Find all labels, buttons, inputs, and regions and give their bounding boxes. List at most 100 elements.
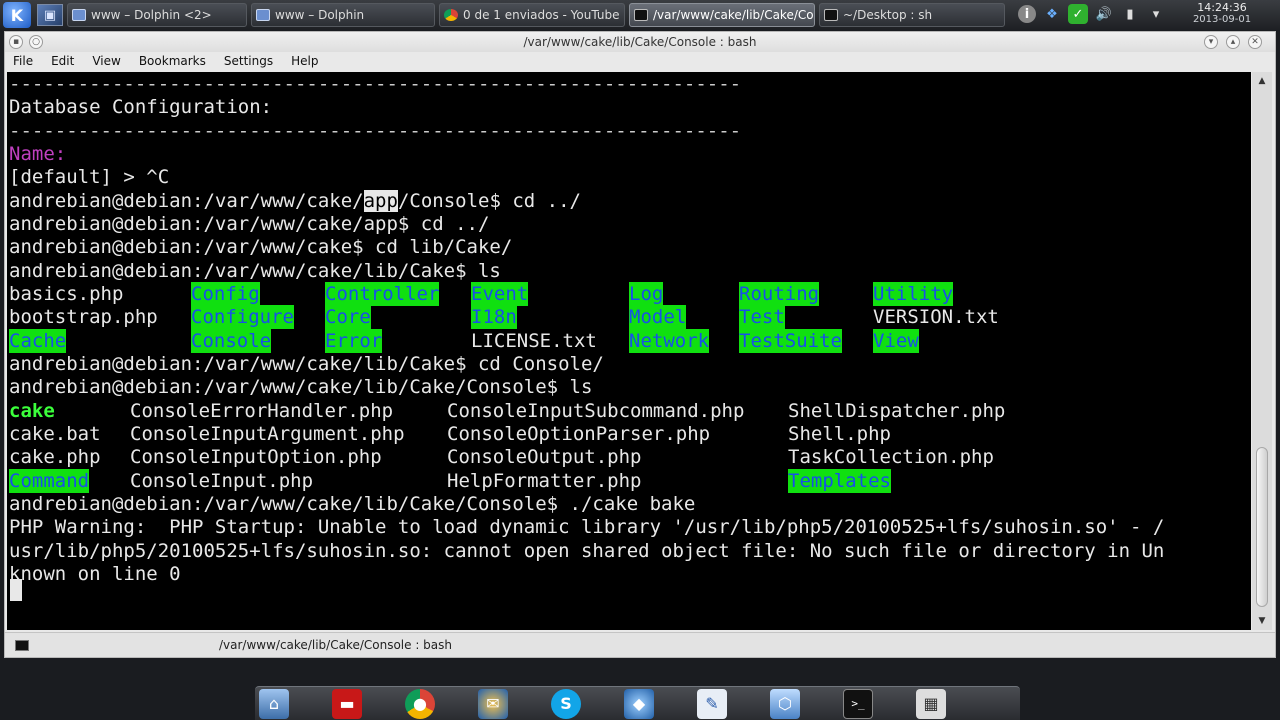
terminal-icon xyxy=(634,9,648,21)
editor-icon[interactable]: ✎ xyxy=(697,688,727,719)
selected-text: app xyxy=(363,190,398,212)
warning-line: usr/lib/php5/20100525+lfs/suhosin.so: ca… xyxy=(9,540,1165,562)
calculator-icon[interactable]: ▦ xyxy=(916,688,946,719)
kde-menu-icon[interactable]: K xyxy=(3,2,31,28)
file-entry: ShellDispatcher.php xyxy=(788,400,1006,422)
file-entry: LICENSE.txt xyxy=(471,330,597,352)
task-label: ~/Desktop : sh xyxy=(843,8,933,22)
dir-entry: Error xyxy=(325,329,383,353)
dolphin-icon xyxy=(256,9,270,21)
dir-entry: Model xyxy=(629,305,687,329)
konsole-window: ▪ ○ /var/www/cake/lib/Cake/Console : bas… xyxy=(4,31,1276,658)
exec-entry: cake xyxy=(9,400,55,422)
menu-edit[interactable]: Edit xyxy=(51,54,74,68)
netbeans-icon[interactable]: ◆ xyxy=(624,688,654,719)
dolphin-icon xyxy=(72,9,86,21)
tab-bash[interactable]: /var/www/cake/lib/Cake/Console : bash xyxy=(219,638,452,652)
terminal-line: andrebian@debian:/var/www/cake/app/Conso… xyxy=(9,189,581,213)
chrome-icon xyxy=(444,9,458,21)
window-title: /var/www/cake/lib/Cake/Console : bash xyxy=(523,35,757,49)
files-icon[interactable]: ▬ xyxy=(332,688,362,719)
info-icon[interactable]: i xyxy=(1018,5,1036,23)
dir-entry: I18n xyxy=(471,305,517,329)
dir-entry: TestSuite xyxy=(739,329,842,353)
battery-icon[interactable]: ▮ xyxy=(1120,4,1140,24)
terminal-icon xyxy=(15,639,29,651)
dir-entry: Network xyxy=(629,329,710,353)
tab-bar: /var/www/cake/lib/Cake/Console : bash xyxy=(5,632,1275,657)
chevron-down-icon[interactable]: ▾ xyxy=(1146,4,1166,24)
title-bar[interactable]: ▪ ○ /var/www/cake/lib/Cake/Console : bas… xyxy=(5,32,1275,52)
close-button[interactable]: ✕ xyxy=(1248,35,1262,49)
menu-bar: File Edit View Bookmarks Settings Help xyxy=(5,52,1275,70)
command-text: /Console$ cd ../ xyxy=(397,190,581,212)
terminal-line: andrebian@debian:/var/www/cake/lib/Cake/… xyxy=(9,493,696,515)
task-terminal-desktop[interactable]: ~/Desktop : sh xyxy=(819,3,1005,27)
dir-entry: Configure xyxy=(191,305,294,329)
dir-entry: Test xyxy=(739,305,785,329)
separator-line: ----------------------------------------… xyxy=(9,120,742,142)
task-youtube[interactable]: 0 de 1 enviados - YouTube xyxy=(439,3,625,27)
system-tray: i ❖ ✓ 🔊 ▮ ▾ xyxy=(1018,4,1166,24)
dir-entry: Cache xyxy=(9,329,67,353)
menu-bookmarks[interactable]: Bookmarks xyxy=(139,54,206,68)
file-entry: cake.php xyxy=(9,446,101,468)
volume-icon[interactable]: 🔊 xyxy=(1094,4,1114,24)
task-dolphin[interactable]: www – Dolphin xyxy=(251,3,435,27)
minimize-button[interactable]: ▾ xyxy=(1204,35,1218,49)
separator-line: ----------------------------------------… xyxy=(9,73,742,95)
scroll-down-icon[interactable]: ▼ xyxy=(1255,614,1269,628)
terminal-icon[interactable]: >_ xyxy=(843,688,873,719)
menu-file[interactable]: File xyxy=(13,54,33,68)
virtualbox-icon[interactable]: ⬡ xyxy=(770,688,800,719)
terminal-line: andrebian@debian:/var/www/cake$ cd lib/C… xyxy=(9,236,513,258)
task-label: www – Dolphin <2> xyxy=(91,8,212,22)
file-entry: bootstrap.php xyxy=(9,306,158,328)
dir-entry: Command xyxy=(9,469,90,493)
thunderbird-icon[interactable]: ✉ xyxy=(478,688,508,719)
terminal-line: andrebian@debian:/var/www/cake/lib/Cake$… xyxy=(9,353,604,375)
file-entry: ConsoleInputOption.php xyxy=(130,446,382,468)
command-text: andrebian@debian:/var/www/cake/ xyxy=(9,190,364,212)
file-entry: VERSION.txt xyxy=(873,306,999,328)
update-check-icon[interactable]: ✓ xyxy=(1068,4,1088,24)
terminal-line: andrebian@debian:/var/www/cake/app$ cd .… xyxy=(9,213,490,235)
task-label: www – Dolphin xyxy=(275,8,365,22)
scrollbar-thumb[interactable] xyxy=(1256,447,1268,607)
dropbox-icon[interactable]: ❖ xyxy=(1042,4,1062,24)
task-label: 0 de 1 enviados - YouTube xyxy=(463,8,620,22)
dir-entry: Utility xyxy=(873,282,954,306)
task-label: /var/www/cake/lib/Cake/Con xyxy=(653,8,815,22)
name-prompt: Name: xyxy=(9,143,67,165)
warning-line: PHP Warning: PHP Startup: Unable to load… xyxy=(9,516,1165,538)
file-entry: ConsoleInputSubcommand.php xyxy=(447,400,745,422)
dir-entry: Routing xyxy=(739,282,820,306)
file-entry: Shell.php xyxy=(788,423,891,445)
vertical-scrollbar[interactable]: ▲ ▼ xyxy=(1252,72,1272,630)
task-dolphin-2[interactable]: www – Dolphin <2> xyxy=(67,3,247,27)
menu-settings[interactable]: Settings xyxy=(224,54,273,68)
dir-entry: Templates xyxy=(788,469,891,493)
clock[interactable]: 14:24:36 2013-09-01 xyxy=(1170,1,1274,26)
dock: ⌂ ▬ ● ✉ S ◆ ✎ ⬡ >_ ▦ xyxy=(255,686,1020,720)
maximize-button[interactable]: ▴ xyxy=(1226,35,1240,49)
file-entry: ConsoleErrorHandler.php xyxy=(130,400,394,422)
file-entry: cake.bat xyxy=(9,423,101,445)
menu-view[interactable]: View xyxy=(92,54,120,68)
skype-icon[interactable]: S xyxy=(551,688,581,719)
clock-time: 14:24:36 xyxy=(1197,1,1247,14)
terminal-line: Database Configuration: xyxy=(9,96,273,118)
file-entry: basics.php xyxy=(9,283,124,305)
task-terminal-console[interactable]: /var/www/cake/lib/Cake/Con xyxy=(629,3,815,27)
warning-line: known on line 0 xyxy=(9,563,181,585)
chrome-icon[interactable]: ● xyxy=(405,688,435,719)
scroll-up-icon[interactable]: ▲ xyxy=(1255,74,1269,88)
terminal-output[interactable]: ----------------------------------------… xyxy=(7,72,1251,630)
dir-entry: View xyxy=(873,329,919,353)
menu-help[interactable]: Help xyxy=(291,54,318,68)
file-entry: ConsoleInput.php xyxy=(130,470,314,492)
text-cursor xyxy=(10,579,22,601)
file-entry: ConsoleOptionParser.php xyxy=(447,423,711,445)
system-settings-icon[interactable]: ⌂ xyxy=(259,688,289,719)
show-desktop-icon[interactable]: ▣ xyxy=(37,4,63,26)
